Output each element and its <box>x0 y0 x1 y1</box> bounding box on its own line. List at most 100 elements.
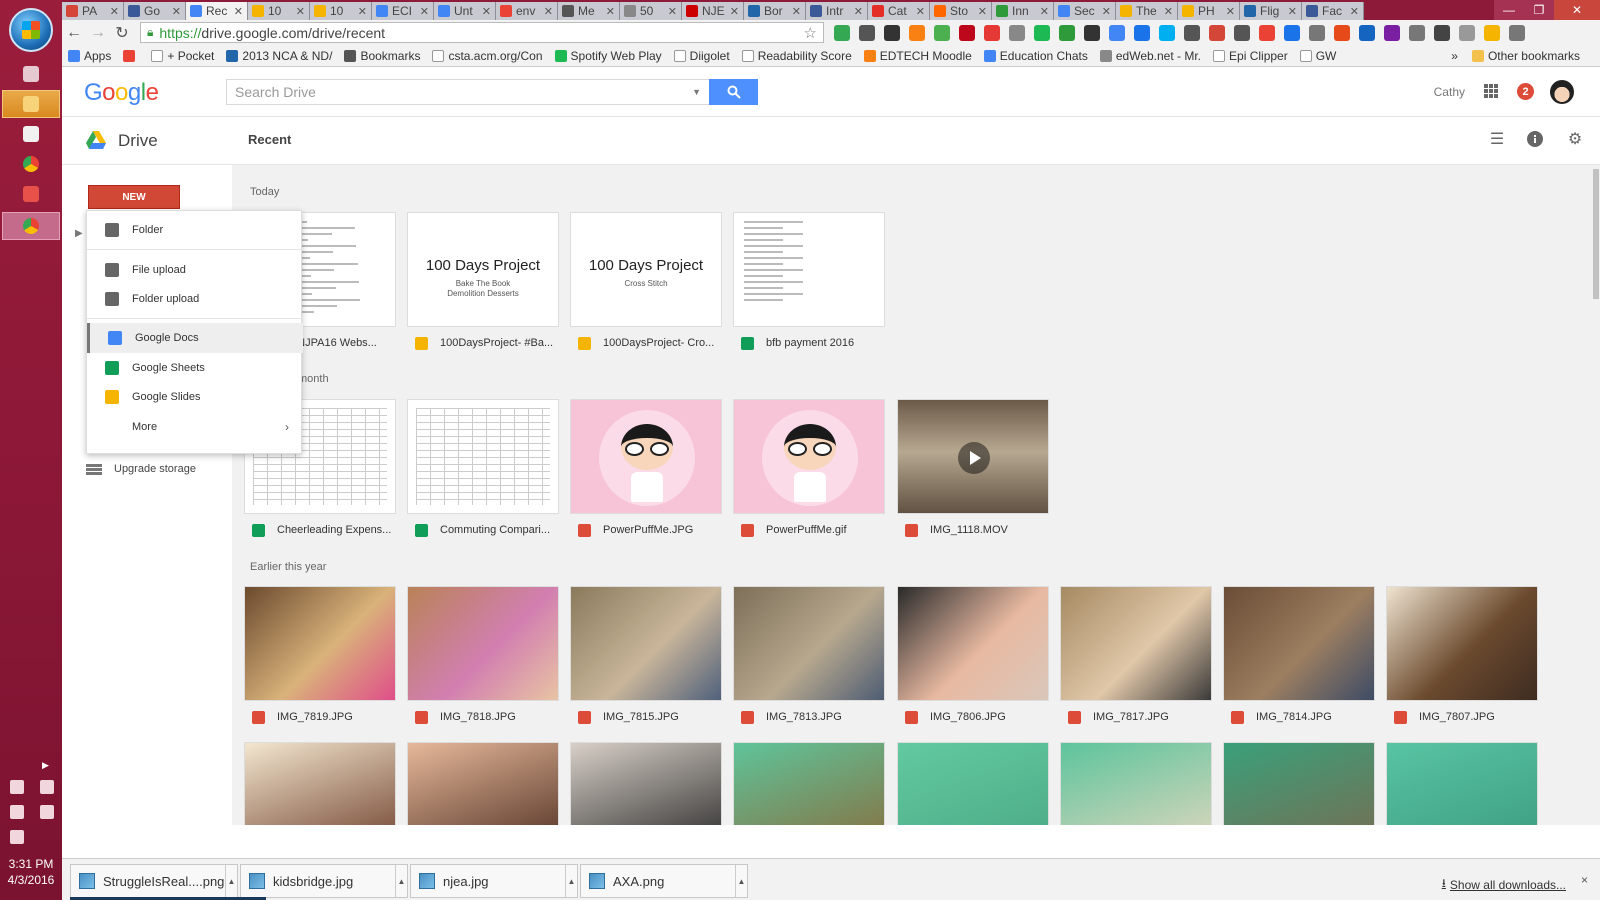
file-label[interactable]: IMG_1118.MOV <box>897 520 1049 540</box>
other-bookmarks[interactable]: Other bookmarks <box>1471 49 1580 63</box>
volume-icon[interactable] <box>10 830 24 844</box>
browser-tab[interactable]: Me ✕ <box>558 2 620 20</box>
extension-icon[interactable] <box>884 24 900 41</box>
tab-close-icon[interactable]: ✕ <box>1040 5 1049 18</box>
file-thumbnail[interactable] <box>244 742 396 825</box>
file-card[interactable]: 100 Days Project Bake The Book Demolition … <box>407 212 559 363</box>
menu-item-google-slides[interactable]: Google Slides <box>87 382 303 412</box>
extension-icon[interactable] <box>934 24 950 41</box>
file-card[interactable]: IMG_7815.JPG <box>570 586 722 737</box>
tab-close-icon[interactable]: ✕ <box>172 5 181 18</box>
file-card[interactable]: Commuting Compari... <box>407 399 559 550</box>
bookmark-item[interactable]: GW <box>1299 49 1336 63</box>
browser-tab[interactable]: The ✕ <box>1116 2 1178 20</box>
search-button[interactable] <box>709 79 758 105</box>
start-button[interactable] <box>9 8 53 52</box>
taskbar-app-3[interactable] <box>2 120 60 148</box>
tab-close-icon[interactable]: ✕ <box>1102 5 1111 18</box>
file-card[interactable]: bfb payment 2016 <box>733 212 885 363</box>
file-card[interactable]: IMG_7813.JPG <box>733 586 885 737</box>
avatar[interactable] <box>1550 80 1574 104</box>
file-thumbnail[interactable] <box>733 742 885 825</box>
user-name[interactable]: Cathy <box>1434 85 1465 99</box>
tab-close-icon[interactable]: ✕ <box>1288 5 1297 18</box>
file-card[interactable] <box>570 742 722 825</box>
file-thumbnail[interactable] <box>407 399 559 514</box>
extension-icon[interactable] <box>909 24 925 41</box>
file-card[interactable]: IMG_7814.JPG <box>1223 586 1375 737</box>
file-card[interactable] <box>1223 742 1375 825</box>
search-input[interactable]: Search Drive ▼ <box>226 79 710 105</box>
file-label[interactable]: 100DaysProject- Cro... <box>570 333 722 353</box>
extension-icon[interactable] <box>1309 24 1325 41</box>
browser-tab[interactable]: PH ✕ <box>1178 2 1240 20</box>
file-card[interactable]: IMG_7817.JPG <box>1060 586 1212 737</box>
bookmark-item[interactable]: + Pocket <box>151 49 214 63</box>
tab-close-icon[interactable]: ✕ <box>668 5 677 18</box>
menu-item-more[interactable]: More › <box>87 412 303 442</box>
taskbar-app-chrome-active[interactable] <box>2 212 60 240</box>
tab-close-icon[interactable]: ✕ <box>358 5 367 18</box>
extension-icon[interactable] <box>1384 24 1400 41</box>
menu-item-folder-upload[interactable]: Folder upload <box>87 284 303 314</box>
file-thumbnail[interactable] <box>1060 742 1212 825</box>
tab-close-icon[interactable]: ✕ <box>1164 5 1173 18</box>
extension-icon[interactable] <box>1084 24 1100 41</box>
vertical-scrollbar[interactable] <box>1592 165 1600 825</box>
signal-icon[interactable] <box>40 805 54 819</box>
browser-tab[interactable]: Sec ✕ <box>1054 2 1116 20</box>
browser-tab[interactable]: Rec ✕ <box>186 2 248 20</box>
file-label[interactable]: IMG_7813.JPG <box>733 707 885 727</box>
file-label[interactable]: IMG_7819.JPG <box>244 707 396 727</box>
extension-icon[interactable] <box>1334 24 1350 41</box>
system-clock[interactable]: 3:31 PM 4/3/2016 <box>0 856 62 888</box>
file-thumbnail[interactable] <box>570 742 722 825</box>
list-view-icon[interactable]: ☰ <box>1488 131 1506 149</box>
file-label[interactable]: PowerPuffMe.gif <box>733 520 885 540</box>
extension-icon[interactable] <box>1259 24 1275 41</box>
new-button[interactable]: NEW <box>88 185 180 209</box>
address-bar[interactable]: 🔒︎ https:// drive.google.com/drive/recen… <box>140 22 824 43</box>
file-thumbnail[interactable]: 100 Days Project Cross Stitch <box>570 212 722 327</box>
extension-icon[interactable] <box>1509 24 1525 41</box>
file-card[interactable]: IMG_7818.JPG <box>407 586 559 737</box>
apps-grid-icon[interactable] <box>1484 84 1498 98</box>
download-item[interactable]: kidsbridge.jpg ▲ <box>240 864 408 898</box>
taskbar-app-chrome[interactable] <box>2 150 60 178</box>
file-card[interactable] <box>1060 742 1212 825</box>
file-label[interactable]: Cheerleading Expens... <box>244 520 396 540</box>
tab-close-icon[interactable]: ✕ <box>1350 5 1359 18</box>
tab-close-icon[interactable]: ✕ <box>296 5 305 18</box>
extension-icon[interactable] <box>1109 24 1125 41</box>
tray-expand-icon[interactable]: ▶ <box>42 760 49 771</box>
download-menu-icon[interactable]: ▲ <box>395 865 407 897</box>
file-thumbnail[interactable] <box>570 399 722 514</box>
taskbar-app-explorer[interactable] <box>2 90 60 118</box>
taskbar-app-1[interactable] <box>2 60 60 88</box>
file-thumbnail[interactable] <box>733 212 885 327</box>
minimize-button[interactable]: — <box>1494 0 1524 20</box>
extension-icon[interactable] <box>1159 24 1175 41</box>
file-card[interactable] <box>897 742 1049 825</box>
browser-tab[interactable]: ECI ✕ <box>372 2 434 20</box>
browser-tab[interactable]: NJE ✕ <box>682 2 744 20</box>
browser-tab[interactable]: 50 ✕ <box>620 2 682 20</box>
file-card[interactable] <box>733 742 885 825</box>
browser-tab[interactable]: Inn ✕ <box>992 2 1054 20</box>
file-label[interactable]: IMG_7814.JPG <box>1223 707 1375 727</box>
bookmark-star-icon[interactable]: ☆ <box>804 24 817 42</box>
tab-close-icon[interactable]: ✕ <box>730 5 739 18</box>
bookmark-item[interactable]: EDTECH Moodle <box>863 49 972 63</box>
tab-close-icon[interactable]: ✕ <box>606 5 615 18</box>
file-card[interactable]: PowerPuffMe.JPG <box>570 399 722 550</box>
extension-icon[interactable] <box>1284 24 1300 41</box>
browser-tab[interactable]: Flig ✕ <box>1240 2 1302 20</box>
file-thumbnail[interactable] <box>407 742 559 825</box>
upgrade-storage-link[interactable]: Upgrade storage <box>86 463 196 475</box>
file-thumbnail[interactable] <box>1386 586 1538 701</box>
file-card[interactable] <box>407 742 559 825</box>
drive-logo-icon[interactable] <box>86 131 106 149</box>
browser-tab[interactable]: 10 ✕ <box>248 2 310 20</box>
file-label[interactable]: IMG_7817.JPG <box>1060 707 1212 727</box>
file-label[interactable]: Commuting Compari... <box>407 520 559 540</box>
